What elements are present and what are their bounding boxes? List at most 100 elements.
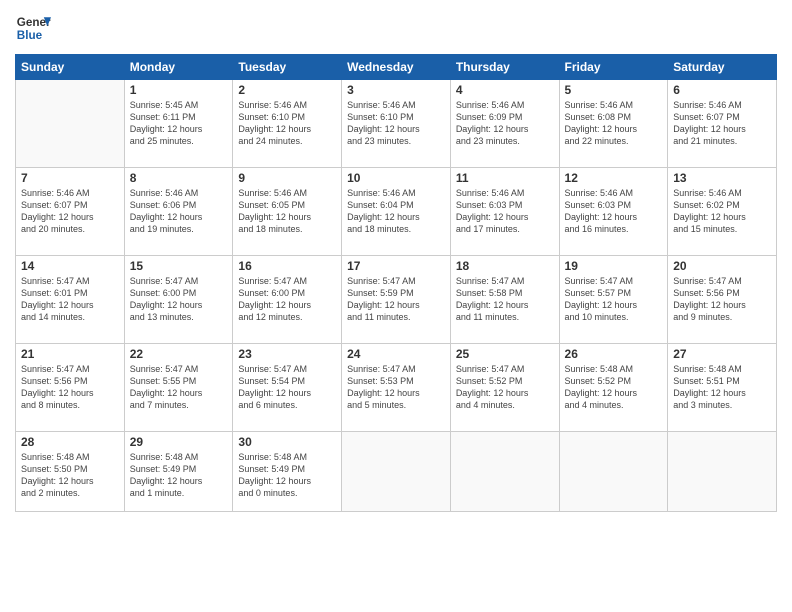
cell-info: Sunrise: 5:47 AM Sunset: 5:57 PM Dayligh… (565, 275, 663, 324)
calendar-cell: 20Sunrise: 5:47 AM Sunset: 5:56 PM Dayli… (668, 256, 777, 344)
calendar-cell: 24Sunrise: 5:47 AM Sunset: 5:53 PM Dayli… (342, 344, 451, 432)
day-number: 25 (456, 347, 554, 361)
calendar-cell (559, 432, 668, 512)
cell-info: Sunrise: 5:47 AM Sunset: 5:53 PM Dayligh… (347, 363, 445, 412)
cell-info: Sunrise: 5:48 AM Sunset: 5:49 PM Dayligh… (238, 451, 336, 500)
day-number: 22 (130, 347, 228, 361)
cell-info: Sunrise: 5:47 AM Sunset: 5:52 PM Dayligh… (456, 363, 554, 412)
cell-info: Sunrise: 5:46 AM Sunset: 6:05 PM Dayligh… (238, 187, 336, 236)
cell-info: Sunrise: 5:46 AM Sunset: 6:09 PM Dayligh… (456, 99, 554, 148)
cell-info: Sunrise: 5:46 AM Sunset: 6:06 PM Dayligh… (130, 187, 228, 236)
weekday-header-monday: Monday (124, 55, 233, 80)
weekday-header-wednesday: Wednesday (342, 55, 451, 80)
week-row-4: 28 Sunrise: 5:48 AM Sunset: 5:50 PM Dayli… (16, 432, 777, 512)
calendar-page: General Blue SundayMondayTuesdayWednesda… (0, 0, 792, 612)
calendar-cell: 3 Sunrise: 5:46 AM Sunset: 6:10 PM Daylig… (342, 80, 451, 168)
day-number: 20 (673, 259, 771, 273)
day-number: 17 (347, 259, 445, 273)
day-number: 11 (456, 171, 554, 185)
logo-icon: General Blue (15, 10, 51, 46)
day-number: 21 (21, 347, 119, 361)
day-number: 6 (673, 83, 771, 97)
weekday-header-tuesday: Tuesday (233, 55, 342, 80)
day-number: 7 (21, 171, 119, 185)
calendar-cell: 14 Sunrise: 5:47 AM Sunset: 6:01 PM Dayli… (16, 256, 125, 344)
cell-info: Sunrise: 5:46 AM Sunset: 6:03 PM Dayligh… (565, 187, 663, 236)
cell-info: Sunrise: 5:46 AM Sunset: 6:04 PM Dayligh… (347, 187, 445, 236)
day-number: 1 (130, 83, 228, 97)
calendar-cell: 19 Sunrise: 5:47 AM Sunset: 5:57 PM Dayli… (559, 256, 668, 344)
day-number: 16 (238, 259, 336, 273)
calendar-table: SundayMondayTuesdayWednesdayThursdayFrid… (15, 54, 777, 512)
week-row-0: 1 Sunrise: 5:45 AM Sunset: 6:11 PM Daylig… (16, 80, 777, 168)
svg-text:Blue: Blue (17, 29, 43, 42)
calendar-cell: 8 Sunrise: 5:46 AM Sunset: 6:06 PM Daylig… (124, 168, 233, 256)
cell-info: Sunrise: 5:47 AM Sunset: 5:54 PM Dayligh… (238, 363, 336, 412)
calendar-cell: 16 Sunrise: 5:47 AM Sunset: 6:00 PM Dayli… (233, 256, 342, 344)
day-number: 2 (238, 83, 336, 97)
calendar-cell: 12 Sunrise: 5:46 AM Sunset: 6:03 PM Dayli… (559, 168, 668, 256)
cell-info: Sunrise: 5:45 AM Sunset: 6:11 PM Dayligh… (130, 99, 228, 148)
calendar-cell: 5Sunrise: 5:46 AM Sunset: 6:08 PM Daylig… (559, 80, 668, 168)
day-number: 18 (456, 259, 554, 273)
cell-info: Sunrise: 5:46 AM Sunset: 6:03 PM Dayligh… (456, 187, 554, 236)
calendar-cell (668, 432, 777, 512)
calendar-cell: 26 Sunrise: 5:48 AM Sunset: 5:52 PM Dayli… (559, 344, 668, 432)
logo: General Blue (15, 10, 51, 46)
calendar-cell: 21 Sunrise: 5:47 AM Sunset: 5:56 PM Dayli… (16, 344, 125, 432)
cell-info: Sunrise: 5:47 AM Sunset: 6:01 PM Dayligh… (21, 275, 119, 324)
day-number: 8 (130, 171, 228, 185)
week-row-1: 7 Sunrise: 5:46 AM Sunset: 6:07 PM Daylig… (16, 168, 777, 256)
weekday-header-sunday: Sunday (16, 55, 125, 80)
calendar-cell: 15 Sunrise: 5:47 AM Sunset: 6:00 PM Dayli… (124, 256, 233, 344)
cell-info: Sunrise: 5:47 AM Sunset: 6:00 PM Dayligh… (238, 275, 336, 324)
calendar-cell: 22 Sunrise: 5:47 AM Sunset: 5:55 PM Dayli… (124, 344, 233, 432)
day-number: 9 (238, 171, 336, 185)
calendar-body: 1 Sunrise: 5:45 AM Sunset: 6:11 PM Daylig… (16, 80, 777, 512)
calendar-cell: 30 Sunrise: 5:48 AM Sunset: 5:49 PM Dayli… (233, 432, 342, 512)
calendar-cell: 6Sunrise: 5:46 AM Sunset: 6:07 PM Daylig… (668, 80, 777, 168)
day-number: 13 (673, 171, 771, 185)
day-number: 30 (238, 435, 336, 449)
cell-info: Sunrise: 5:48 AM Sunset: 5:52 PM Dayligh… (565, 363, 663, 412)
cell-info: Sunrise: 5:47 AM Sunset: 6:00 PM Dayligh… (130, 275, 228, 324)
day-number: 28 (21, 435, 119, 449)
calendar-cell: 1 Sunrise: 5:45 AM Sunset: 6:11 PM Daylig… (124, 80, 233, 168)
calendar-cell: 23 Sunrise: 5:47 AM Sunset: 5:54 PM Dayli… (233, 344, 342, 432)
weekday-header-friday: Friday (559, 55, 668, 80)
weekday-header-row: SundayMondayTuesdayWednesdayThursdayFrid… (16, 55, 777, 80)
cell-info: Sunrise: 5:47 AM Sunset: 5:55 PM Dayligh… (130, 363, 228, 412)
cell-info: Sunrise: 5:48 AM Sunset: 5:50 PM Dayligh… (21, 451, 119, 500)
calendar-cell: 28 Sunrise: 5:48 AM Sunset: 5:50 PM Dayli… (16, 432, 125, 512)
cell-info: Sunrise: 5:47 AM Sunset: 5:59 PM Dayligh… (347, 275, 445, 324)
calendar-cell: 27 Sunrise: 5:48 AM Sunset: 5:51 PM Dayli… (668, 344, 777, 432)
calendar-cell: 25 Sunrise: 5:47 AM Sunset: 5:52 PM Dayli… (450, 344, 559, 432)
day-number: 15 (130, 259, 228, 273)
cell-info: Sunrise: 5:46 AM Sunset: 6:08 PM Dayligh… (565, 99, 663, 148)
day-number: 3 (347, 83, 445, 97)
calendar-cell: 11 Sunrise: 5:46 AM Sunset: 6:03 PM Dayli… (450, 168, 559, 256)
calendar-cell: 13Sunrise: 5:46 AM Sunset: 6:02 PM Dayli… (668, 168, 777, 256)
calendar-cell (450, 432, 559, 512)
cell-info: Sunrise: 5:46 AM Sunset: 6:10 PM Dayligh… (347, 99, 445, 148)
cell-info: Sunrise: 5:46 AM Sunset: 6:10 PM Dayligh… (238, 99, 336, 148)
day-number: 26 (565, 347, 663, 361)
calendar-cell: 7 Sunrise: 5:46 AM Sunset: 6:07 PM Daylig… (16, 168, 125, 256)
day-number: 19 (565, 259, 663, 273)
page-header: General Blue (15, 10, 777, 46)
cell-info: Sunrise: 5:47 AM Sunset: 5:58 PM Dayligh… (456, 275, 554, 324)
day-number: 10 (347, 171, 445, 185)
weekday-header-saturday: Saturday (668, 55, 777, 80)
day-number: 23 (238, 347, 336, 361)
day-number: 14 (21, 259, 119, 273)
weekday-header-thursday: Thursday (450, 55, 559, 80)
cell-info: Sunrise: 5:46 AM Sunset: 6:07 PM Dayligh… (21, 187, 119, 236)
day-number: 12 (565, 171, 663, 185)
day-number: 27 (673, 347, 771, 361)
calendar-cell: 10 Sunrise: 5:46 AM Sunset: 6:04 PM Dayli… (342, 168, 451, 256)
day-number: 4 (456, 83, 554, 97)
cell-info: Sunrise: 5:48 AM Sunset: 5:51 PM Dayligh… (673, 363, 771, 412)
calendar-cell: 29Sunrise: 5:48 AM Sunset: 5:49 PM Dayli… (124, 432, 233, 512)
calendar-cell: 2 Sunrise: 5:46 AM Sunset: 6:10 PM Daylig… (233, 80, 342, 168)
cell-info: Sunrise: 5:47 AM Sunset: 5:56 PM Dayligh… (21, 363, 119, 412)
